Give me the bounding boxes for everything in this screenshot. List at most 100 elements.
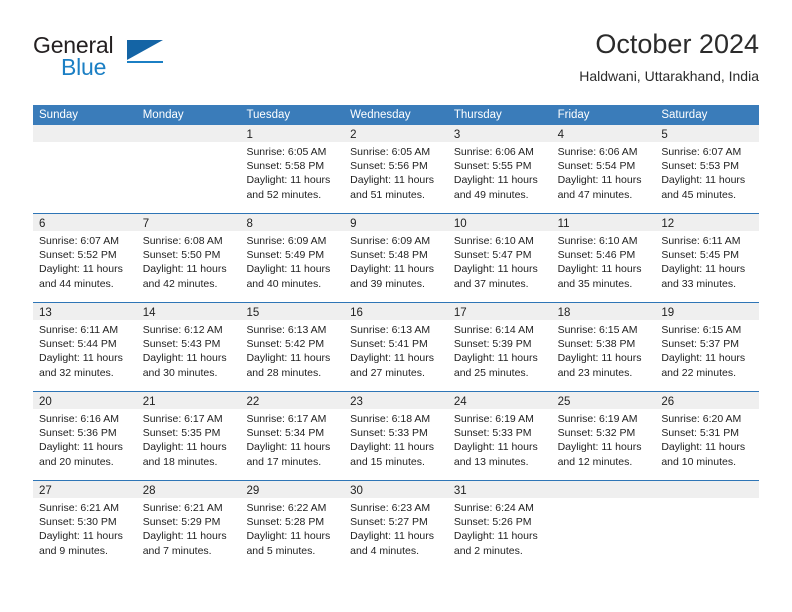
- day-detail-line: Sunset: 5:30 PM: [39, 516, 117, 529]
- day-cell[interactable]: 28 Sunrise: 6:21 AM Sunset: 5:29 PM Dayligh…: [136, 481, 241, 569]
- day-detail-line: Sunrise: 6:18 AM: [350, 413, 431, 425]
- day-number: 21: [142, 396, 156, 408]
- day-detail-line: and 42 minutes.: [142, 277, 218, 290]
- day-cell[interactable]: 11 Sunrise: 6:10 AM Sunset: 5:46 PM Dayligh…: [551, 214, 656, 302]
- day-cell[interactable]: 24 Sunrise: 6:19 AM Sunset: 5:33 PM Dayligh…: [447, 392, 552, 480]
- day-detail-body: Sunrise: 6:21 AM Sunset: 5:30 PM Daylight:…: [33, 498, 137, 558]
- day-detail-line: Daylight: 11 hours: [142, 263, 227, 276]
- day-number-strip: 8: [240, 214, 345, 231]
- day-detail-line: Daylight: 11 hours: [246, 174, 331, 187]
- day-cell[interactable]: 18 Sunrise: 6:15 AM Sunset: 5:38 PM Dayligh…: [551, 303, 656, 391]
- day-cell-empty: [655, 481, 760, 569]
- calendar-grid: Sunday Monday Tuesday Wednesday Thursday Frid…: [33, 105, 760, 569]
- calendar-week-row: 1 Sunrise: 6:05 AM Sunset: 5:58 PM Daylight…: [33, 125, 760, 213]
- day-detail-line: Sunrise: 6:13 AM: [350, 324, 431, 336]
- day-cell[interactable]: 20 Sunrise: 6:16 AM Sunset: 5:36 PM Dayligh…: [33, 392, 137, 480]
- day-cell[interactable]: 17 Sunrise: 6:14 AM Sunset: 5:39 PM Dayligh…: [447, 303, 552, 391]
- day-detail-line: and 4 minutes.: [350, 544, 420, 557]
- day-detail-line: Sunset: 5:47 PM: [453, 249, 532, 262]
- day-detail-body: Sunrise: 6:13 AM Sunset: 5:42 PM Daylight:…: [240, 320, 344, 380]
- day-detail-line: Sunrise: 6:15 AM: [557, 324, 638, 336]
- day-cell[interactable]: 22 Sunrise: 6:17 AM Sunset: 5:34 PM Dayligh…: [240, 392, 345, 480]
- weekday-header-thursday: Thursday: [453, 109, 502, 121]
- day-cell[interactable]: 21 Sunrise: 6:17 AM Sunset: 5:35 PM Dayligh…: [136, 392, 241, 480]
- day-detail-line: and 39 minutes.: [350, 277, 425, 290]
- day-cell[interactable]: 5 Sunrise: 6:07 AM Sunset: 5:53 PM Daylight…: [655, 125, 760, 213]
- day-detail-line: and 28 minutes.: [246, 366, 322, 379]
- day-cell[interactable]: 9 Sunrise: 6:09 AM Sunset: 5:48 PM Daylight…: [344, 214, 448, 302]
- day-cell[interactable]: 12 Sunrise: 6:11 AM Sunset: 5:45 PM Dayligh…: [655, 214, 760, 302]
- day-number: 9: [350, 218, 357, 230]
- day-detail-line: Daylight: 11 hours: [557, 174, 642, 187]
- day-cell[interactable]: 25 Sunrise: 6:19 AM Sunset: 5:32 PM Dayligh…: [551, 392, 656, 480]
- day-cell[interactable]: 3 Sunrise: 6:06 AM Sunset: 5:55 PM Daylight…: [447, 125, 552, 213]
- day-number: 16: [350, 307, 363, 319]
- day-detail-body: Sunrise: 6:16 AM Sunset: 5:36 PM Daylight:…: [33, 409, 137, 469]
- day-detail-body: [655, 498, 759, 501]
- day-cell[interactable]: 23 Sunrise: 6:18 AM Sunset: 5:33 PM Dayligh…: [344, 392, 448, 480]
- day-cell[interactable]: 31 Sunrise: 6:24 AM Sunset: 5:26 PM Dayligh…: [447, 481, 552, 569]
- day-detail-line: Sunrise: 6:07 AM: [39, 235, 119, 247]
- day-number-strip: [136, 125, 241, 142]
- day-detail-line: Sunset: 5:46 PM: [557, 249, 636, 262]
- day-detail-body: Sunrise: 6:22 AM Sunset: 5:28 PM Daylight:…: [240, 498, 344, 558]
- day-cell-empty: [551, 481, 656, 569]
- day-number: 28: [142, 485, 156, 497]
- day-cell[interactable]: 16 Sunrise: 6:13 AM Sunset: 5:41 PM Dayligh…: [344, 303, 448, 391]
- day-cell[interactable]: 15 Sunrise: 6:13 AM Sunset: 5:42 PM Dayligh…: [240, 303, 345, 391]
- calendar-week-row: 27 Sunrise: 6:21 AM Sunset: 5:30 PM Dayligh…: [33, 480, 760, 569]
- day-detail-line: and 35 minutes.: [557, 277, 633, 290]
- day-cell[interactable]: 8 Sunrise: 6:09 AM Sunset: 5:49 PM Daylight…: [240, 214, 345, 302]
- day-detail-line: Sunset: 5:43 PM: [142, 338, 221, 351]
- day-detail-line: Sunset: 5:34 PM: [246, 427, 325, 440]
- day-cell[interactable]: 19 Sunrise: 6:15 AM Sunset: 5:37 PM Dayligh…: [655, 303, 760, 391]
- day-cell[interactable]: 2 Sunrise: 6:05 AM Sunset: 5:56 PM Daylight…: [344, 125, 448, 213]
- day-detail-line: Sunrise: 6:09 AM: [350, 235, 431, 247]
- day-cell[interactable]: 26 Sunrise: 6:20 AM Sunset: 5:31 PM Dayligh…: [655, 392, 760, 480]
- day-cell[interactable]: 27 Sunrise: 6:21 AM Sunset: 5:30 PM Dayligh…: [33, 481, 137, 569]
- day-detail-line: Daylight: 11 hours: [453, 263, 538, 276]
- day-cell[interactable]: 29 Sunrise: 6:22 AM Sunset: 5:28 PM Dayligh…: [240, 481, 345, 569]
- day-detail-line: Daylight: 11 hours: [350, 441, 435, 454]
- day-detail-line: Daylight: 11 hours: [453, 530, 538, 543]
- day-detail-line: Daylight: 11 hours: [350, 530, 435, 543]
- day-number: 15: [246, 307, 260, 319]
- day-cell[interactable]: 30 Sunrise: 6:23 AM Sunset: 5:27 PM Dayligh…: [344, 481, 448, 569]
- day-detail-line: Daylight: 11 hours: [661, 174, 746, 187]
- day-detail-line: Sunrise: 6:11 AM: [39, 324, 119, 336]
- day-number: 12: [661, 218, 675, 230]
- day-detail-line: and 5 minutes.: [246, 544, 316, 557]
- day-detail-body: Sunrise: 6:10 AM Sunset: 5:47 PM Daylight:…: [448, 231, 552, 291]
- day-detail-line: Sunset: 5:27 PM: [350, 516, 428, 529]
- day-detail-line: Sunrise: 6:09 AM: [246, 235, 327, 247]
- day-number-strip: 21: [136, 392, 241, 409]
- day-number-strip: 14: [136, 303, 241, 320]
- day-detail-line: Sunrise: 6:20 AM: [661, 413, 742, 425]
- day-number: 25: [557, 396, 571, 408]
- day-detail-line: Sunset: 5:29 PM: [142, 516, 221, 529]
- day-cell[interactable]: 6 Sunrise: 6:07 AM Sunset: 5:52 PM Daylight…: [33, 214, 137, 302]
- day-number: 23: [350, 396, 363, 408]
- day-detail-body: Sunrise: 6:15 AM Sunset: 5:38 PM Daylight:…: [552, 320, 656, 380]
- day-cell[interactable]: 4 Sunrise: 6:06 AM Sunset: 5:54 PM Daylight…: [551, 125, 656, 213]
- brand-name-blue: Blue: [61, 54, 107, 80]
- day-detail-line: Sunset: 5:38 PM: [557, 338, 636, 351]
- day-detail-body: Sunrise: 6:17 AM Sunset: 5:34 PM Daylight:…: [240, 409, 344, 469]
- day-detail-body: Sunrise: 6:11 AM Sunset: 5:45 PM Daylight:…: [655, 231, 759, 291]
- day-number-strip: 4: [551, 125, 656, 142]
- day-cell[interactable]: 14 Sunrise: 6:12 AM Sunset: 5:43 PM Dayligh…: [136, 303, 241, 391]
- day-number: 19: [661, 307, 675, 319]
- day-cell[interactable]: 7 Sunrise: 6:08 AM Sunset: 5:50 PM Daylight…: [136, 214, 241, 302]
- day-number-strip: 11: [551, 214, 656, 231]
- day-detail-body: Sunrise: 6:13 AM Sunset: 5:41 PM Daylight:…: [344, 320, 448, 380]
- day-detail-line: Sunset: 5:28 PM: [246, 516, 325, 529]
- day-cell[interactable]: 1 Sunrise: 6:05 AM Sunset: 5:58 PM Daylight…: [240, 125, 345, 213]
- day-detail-line: Sunset: 5:31 PM: [661, 427, 739, 440]
- day-detail-body: Sunrise: 6:21 AM Sunset: 5:29 PM Daylight:…: [137, 498, 241, 558]
- day-detail-line: Sunset: 5:33 PM: [453, 427, 532, 440]
- calendar-page: General Blue October 2024 Haldwani, Utta…: [0, 0, 792, 612]
- day-cell[interactable]: 10 Sunrise: 6:10 AM Sunset: 5:47 PM Dayligh…: [447, 214, 552, 302]
- day-detail-line: and 17 minutes.: [246, 455, 322, 468]
- day-detail-line: Sunset: 5:56 PM: [350, 160, 428, 173]
- day-cell[interactable]: 13 Sunrise: 6:11 AM Sunset: 5:44 PM Dayligh…: [33, 303, 137, 391]
